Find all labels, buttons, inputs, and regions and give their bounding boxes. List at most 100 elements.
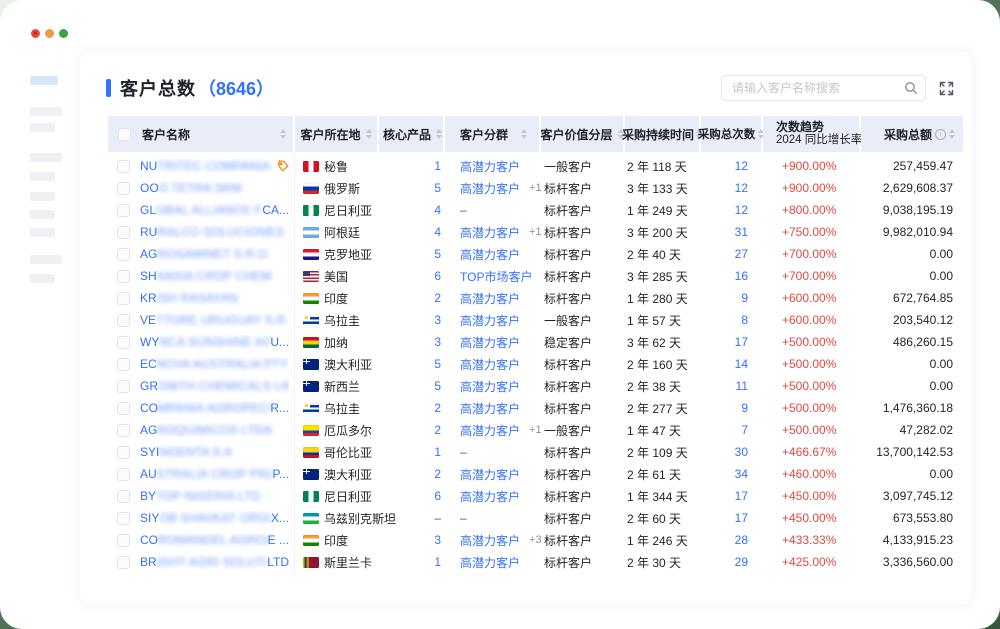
segment-cell[interactable]: 高潜力客户 xyxy=(445,551,541,573)
segment-label[interactable]: 高潜力客户 xyxy=(460,334,520,351)
segment-label[interactable]: 高潜力客户 xyxy=(460,466,520,483)
sidebar-item-skeleton[interactable] xyxy=(30,274,55,283)
purchase-count-link[interactable]: 12 xyxy=(701,155,763,177)
customer-name-link[interactable]: GR OWTH CHEMICALS LIMITED xyxy=(138,375,295,397)
core-products-count[interactable]: 6 xyxy=(379,265,445,287)
core-products-count[interactable]: 1 xyxy=(379,441,445,463)
tag-icon[interactable] xyxy=(277,160,289,172)
segment-cell[interactable]: 高潜力客户 xyxy=(445,463,541,485)
sidebar-item-active[interactable] xyxy=(30,76,58,85)
sidebar-item-skeleton[interactable] xyxy=(30,107,62,116)
row-checkbox[interactable] xyxy=(117,226,130,239)
segment-label[interactable]: 高潜力客户 xyxy=(460,246,520,263)
row-checkbox[interactable] xyxy=(117,270,130,283)
customer-name-link[interactable]: OO O TETRA SRM xyxy=(138,177,295,199)
fullscreen-expand-icon[interactable] xyxy=(939,81,954,96)
segment-cell[interactable]: 高潜力客户 +1 xyxy=(445,177,541,199)
col-header-purchase-total[interactable]: 采购总额 i xyxy=(861,116,963,152)
row-checkbox[interactable] xyxy=(117,446,130,459)
customer-name-link[interactable]: CO ROMANDEL AGRONICA PRIVAT E ... xyxy=(138,529,295,551)
segment-cell[interactable]: 高潜力客户 xyxy=(445,353,541,375)
segment-label[interactable]: 高潜力客户 xyxy=(460,400,520,417)
col-header-value-tier[interactable]: 客户价值分层 xyxy=(541,116,625,152)
customer-name-link[interactable]: GL OBAL ALLIANCE FOR CHEMI CA... xyxy=(138,199,295,221)
segment-cell[interactable]: – xyxy=(445,507,541,529)
purchase-count-link[interactable]: 12 xyxy=(701,199,763,221)
segment-label[interactable]: TOP市场客户 xyxy=(460,268,532,285)
core-products-count[interactable]: 2 xyxy=(379,287,445,309)
row-checkbox[interactable] xyxy=(117,336,130,349)
core-products-count[interactable]: 2 xyxy=(379,397,445,419)
core-products-count[interactable]: 4 xyxy=(379,221,445,243)
purchase-count-link[interactable]: 34 xyxy=(701,463,763,485)
purchase-count-link[interactable]: 28 xyxy=(701,529,763,551)
customer-name-link[interactable]: WY NCA SUNSHINE AGRO PROD U... xyxy=(138,331,295,353)
customer-name-link[interactable]: BR IGHT AGRI SOLUTIONS PVT LTD xyxy=(138,551,295,573)
segment-label[interactable]: 高潜力客户 xyxy=(460,158,520,175)
col-header-core-products[interactable]: 核心产品 xyxy=(379,116,445,152)
col-header-purchase-count[interactable]: 采购总次数 xyxy=(701,116,763,152)
core-products-count[interactable]: 3 xyxy=(379,309,445,331)
segment-label[interactable]: 高潜力客户 xyxy=(460,356,520,373)
col-header-customer-name[interactable]: 客户名称 xyxy=(108,116,295,152)
purchase-count-link[interactable]: 9 xyxy=(701,397,763,419)
sidebar-item-skeleton[interactable] xyxy=(30,228,55,237)
segment-label[interactable]: – xyxy=(460,445,467,459)
segment-label[interactable]: 高潜力客户 xyxy=(460,378,520,395)
sidebar-item-skeleton[interactable] xyxy=(30,123,55,132)
purchase-count-link[interactable]: 12 xyxy=(701,177,763,199)
sidebar-item-skeleton[interactable] xyxy=(30,192,55,201)
segment-cell[interactable]: 高潜力客户 xyxy=(445,309,541,331)
customer-name-link[interactable]: EC NOVA AUSTRALIA PTY LIMITED xyxy=(138,353,295,375)
search-input[interactable] xyxy=(721,75,926,101)
row-checkbox[interactable] xyxy=(117,358,130,371)
segment-cell[interactable]: 高潜力客户 xyxy=(445,243,541,265)
segment-cell[interactable]: 高潜力客户 xyxy=(445,287,541,309)
row-checkbox[interactable] xyxy=(117,292,130,305)
row-checkbox[interactable] xyxy=(117,182,130,195)
customer-name-link[interactable]: CO MPANIA AGROPECUARIA DEL R... xyxy=(138,397,295,419)
customer-name-link[interactable]: VE TTORE URUGUAY S.R.L xyxy=(138,309,295,331)
sidebar-item-skeleton[interactable] xyxy=(30,153,62,162)
core-products-count[interactable]: 3 xyxy=(379,529,445,551)
row-checkbox[interactable] xyxy=(117,424,130,437)
purchase-count-link[interactable]: 17 xyxy=(701,331,763,353)
col-header-purchase-duration[interactable]: 采购持续时间 xyxy=(625,116,701,152)
purchase-count-link[interactable]: 27 xyxy=(701,243,763,265)
segment-label[interactable]: 高潜力客户 xyxy=(460,488,520,505)
core-products-count[interactable]: 5 xyxy=(379,177,445,199)
segment-label[interactable]: 高潜力客户 xyxy=(460,554,520,571)
customer-name-link[interactable]: NU TRITEC COMPANIA S.A.C xyxy=(138,155,295,177)
row-checkbox[interactable] xyxy=(117,490,130,503)
row-checkbox[interactable] xyxy=(117,248,130,261)
segment-label[interactable]: – xyxy=(460,203,467,217)
segment-label[interactable]: 高潜力客户 xyxy=(460,422,520,439)
purchase-count-link[interactable]: 17 xyxy=(701,485,763,507)
col-header-segment[interactable]: 客户分群 xyxy=(445,116,541,152)
row-checkbox[interactable] xyxy=(117,314,130,327)
segment-label[interactable]: 高潜力客户 xyxy=(460,290,520,307)
row-checkbox[interactable] xyxy=(117,468,130,481)
sidebar-item-skeleton[interactable] xyxy=(30,255,62,264)
segment-cell[interactable]: 高潜力客户 +1 xyxy=(445,419,541,441)
purchase-count-link[interactable]: 17 xyxy=(701,507,763,529)
segment-cell[interactable]: 高潜力客户 xyxy=(445,155,541,177)
core-products-count[interactable]: 6 xyxy=(379,485,445,507)
segment-label[interactable]: 高潜力客户 xyxy=(460,180,520,197)
segment-cell[interactable]: TOP市场客户 xyxy=(445,265,541,287)
core-products-count[interactable]: 3 xyxy=(379,331,445,353)
sidebar-item-skeleton[interactable] xyxy=(30,210,55,219)
row-checkbox[interactable] xyxy=(117,402,130,415)
core-products-count[interactable]: 5 xyxy=(379,243,445,265)
customer-name-link[interactable]: SYI NGENTA S.A xyxy=(138,441,295,463)
row-checkbox[interactable] xyxy=(117,380,130,393)
customer-name-link[interactable]: KR ISH RASAYAN xyxy=(138,287,295,309)
segment-cell[interactable]: 高潜力客户 xyxy=(445,331,541,353)
purchase-count-link[interactable]: 14 xyxy=(701,353,763,375)
row-checkbox[interactable] xyxy=(117,204,130,217)
segment-label[interactable]: 高潜力客户 xyxy=(460,312,520,329)
customer-name-link[interactable]: AG ROQUIMICOS LTDA xyxy=(138,419,295,441)
core-products-count[interactable]: 4 xyxy=(379,199,445,221)
search-icon[interactable] xyxy=(904,81,918,100)
core-products-count[interactable]: 5 xyxy=(379,375,445,397)
